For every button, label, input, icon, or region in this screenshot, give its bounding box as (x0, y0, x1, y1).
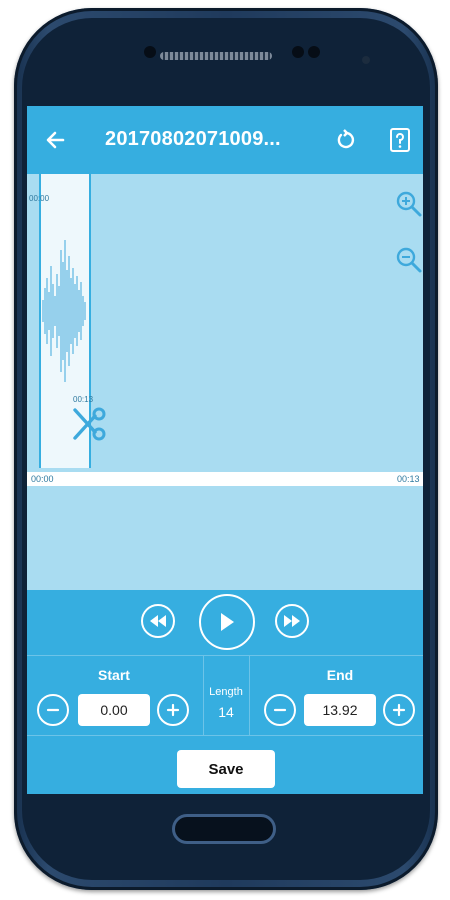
play-icon (221, 613, 234, 631)
app-toolbar: 20170802071009... (27, 106, 423, 174)
controls-divider-top (27, 655, 423, 656)
waveform (42, 240, 86, 382)
home-button[interactable] (172, 814, 276, 844)
app-screen: 20170802071009... 00:00 00:13 00:00 00:1… (27, 106, 423, 794)
start-increment-button[interactable] (157, 694, 189, 726)
fast-forward-icon (284, 615, 300, 627)
end-label: End (326, 667, 354, 683)
play-button[interactable] (199, 594, 255, 650)
plus-icon (166, 703, 180, 717)
zoom-in-icon[interactable] (395, 190, 423, 218)
selection-start-time: 00:00 (29, 194, 50, 203)
length-value: 14 (218, 704, 234, 720)
waveform-lower-area (27, 486, 423, 590)
length-label: Length (209, 686, 243, 698)
zoom-out-icon[interactable] (395, 246, 423, 274)
end-value-field[interactable]: 13.92 (304, 694, 376, 726)
plus-icon (392, 703, 406, 717)
rewind-button[interactable] (141, 604, 175, 638)
start-decrement-button[interactable] (37, 694, 69, 726)
length-end-divider (249, 655, 250, 735)
back-arrow-icon[interactable] (41, 126, 69, 154)
end-increment-button[interactable] (383, 694, 415, 726)
scissors-icon[interactable] (71, 406, 107, 442)
timeline-start-label: 00:00 (31, 474, 54, 484)
selection-end-time: 00:13 (73, 395, 94, 404)
rewind-icon (150, 615, 166, 627)
help-icon[interactable] (386, 126, 414, 154)
earpiece-speaker (160, 52, 272, 60)
fast-forward-button[interactable] (275, 604, 309, 638)
save-button[interactable]: Save (177, 750, 275, 788)
timeline-end-label: 00:13 (397, 474, 420, 484)
sensor-right (308, 46, 320, 58)
sensor-left (292, 46, 304, 58)
minus-icon (46, 708, 60, 712)
front-camera (144, 46, 156, 58)
proximity-sensor (362, 56, 370, 64)
start-label: Start (98, 667, 130, 683)
controls-divider-bottom (27, 735, 423, 736)
file-title: 20170802071009... (105, 128, 281, 150)
reset-icon[interactable] (332, 126, 360, 154)
timeline-bar (27, 472, 423, 486)
end-decrement-button[interactable] (264, 694, 296, 726)
start-value-field[interactable]: 0.00 (78, 694, 150, 726)
minus-icon (273, 708, 287, 712)
